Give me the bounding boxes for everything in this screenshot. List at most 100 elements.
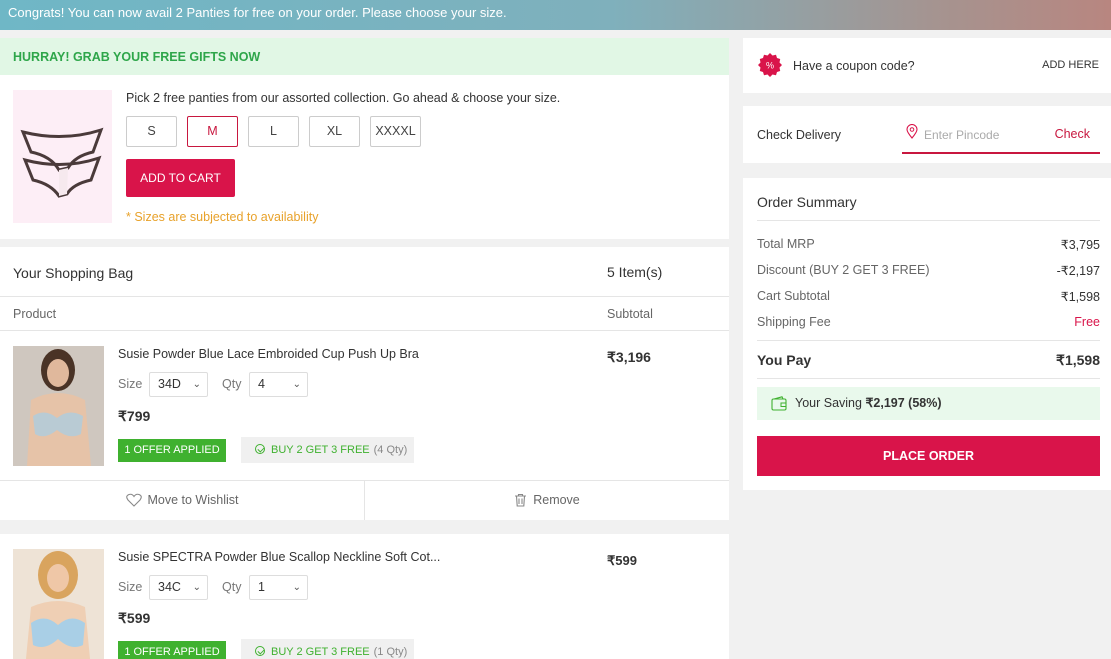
free-gifts-instruction: Pick 2 free panties from our assorted co… — [126, 91, 561, 105]
size-option-xl[interactable]: XL — [309, 116, 360, 147]
summary-row-cart-subtotal: Cart Subtotal ₹1,598 — [757, 289, 1100, 304]
summary-row-value: Free — [1074, 315, 1100, 329]
gift-size-options: S M L XL XXXXL — [126, 116, 431, 147]
coupon-card[interactable]: % Have a coupon code? ADD HERE — [743, 38, 1111, 93]
divider — [757, 378, 1100, 379]
size-select[interactable]: 34D ⌄ — [149, 372, 208, 397]
saving-amount: ₹2,197 — [865, 396, 905, 410]
summary-row-value: -₹2,197 — [1056, 264, 1100, 278]
size-option-s[interactable]: S — [126, 116, 177, 147]
remove-item-label: Remove — [533, 493, 580, 507]
order-summary-card: Order Summary Total MRP ₹3,795 Discount … — [743, 178, 1111, 490]
coupon-prompt: Have a coupon code? — [793, 59, 915, 73]
location-pin-icon — [906, 124, 918, 139]
size-label: Size — [118, 377, 143, 391]
product-name[interactable]: Susie Powder Blue Lace Embroided Cup Pus… — [118, 347, 419, 361]
size-option-m[interactable]: M — [187, 116, 238, 147]
pincode-field: Check — [902, 122, 1100, 154]
qty-select-value: 1 — [258, 580, 265, 594]
check-circle-icon — [255, 444, 265, 454]
product-image[interactable] — [13, 346, 104, 466]
free-panties-image — [13, 90, 112, 223]
product-name[interactable]: Susie SPECTRA Powder Blue Scallop Neckli… — [118, 550, 440, 564]
size-label: Size — [118, 580, 143, 594]
size-option-l[interactable]: L — [248, 116, 299, 147]
remove-item-button[interactable]: Remove — [364, 481, 729, 520]
divider — [0, 330, 729, 331]
heart-icon — [125, 493, 142, 507]
move-to-wishlist-button[interactable]: Move to Wishlist — [0, 481, 364, 520]
size-select-value: 34C — [158, 580, 181, 594]
discount-badge-icon: % — [758, 53, 782, 77]
shopping-bag-card: Your Shopping Bag 5 Item(s) Product Subt… — [0, 247, 729, 520]
divider — [757, 220, 1100, 221]
qty-label: Qty — [222, 377, 242, 391]
divider — [0, 296, 729, 297]
offer-applied-badge: 1 OFFER APPLIED — [118, 641, 226, 659]
free-gifts-heading: HURRAY! GRAB YOUR FREE GIFTS NOW — [0, 38, 729, 75]
qty-select[interactable]: 4 ⌄ — [249, 372, 308, 397]
divider — [757, 340, 1100, 341]
column-header-subtotal: Subtotal — [607, 307, 653, 321]
check-delivery-label: Check Delivery — [757, 128, 842, 142]
saving-banner: Your Saving ₹2,197 (58%) — [757, 387, 1100, 420]
svg-text:%: % — [766, 61, 774, 71]
bag-item-count: 5 Item(s) — [607, 264, 663, 280]
order-summary-title: Order Summary — [757, 194, 857, 210]
wallet-icon — [771, 396, 787, 411]
check-circle-icon — [255, 646, 265, 656]
product-subtotal: ₹3,196 — [607, 349, 651, 365]
summary-row-discount: Discount (BUY 2 GET 3 FREE) -₹2,197 — [757, 263, 1100, 278]
check-delivery-card: Check Delivery Check — [743, 106, 1111, 163]
offer-qty: (4 Qty) — [373, 444, 408, 456]
qty-select-value: 4 — [258, 377, 265, 391]
add-to-cart-button[interactable]: ADD TO CART — [126, 159, 235, 197]
add-coupon-link[interactable]: ADD HERE — [1042, 59, 1099, 71]
free-gifts-card: HURRAY! GRAB YOUR FREE GIFTS NOW Pick 2 … — [0, 38, 729, 239]
shopping-bag-title: Your Shopping Bag — [13, 265, 134, 281]
summary-row-label: Discount (BUY 2 GET 3 FREE) — [757, 263, 930, 277]
move-to-wishlist-label: Move to Wishlist — [147, 493, 239, 507]
summary-row-label: Cart Subtotal — [757, 289, 830, 303]
offer-applied-badge: 1 OFFER APPLIED — [118, 439, 226, 462]
size-select-value: 34D — [158, 377, 181, 391]
place-order-button[interactable]: PLACE ORDER — [757, 436, 1100, 476]
you-pay-label: You Pay — [757, 352, 812, 368]
you-pay-value: ₹1,598 — [1056, 352, 1100, 368]
product-price: ₹799 — [118, 408, 151, 424]
summary-row-value: ₹1,598 — [1060, 290, 1100, 304]
size-select[interactable]: 34C ⌄ — [149, 575, 208, 600]
offer-name: BUY 2 GET 3 FREE — [271, 444, 370, 456]
summary-row-label: Shipping Fee — [757, 315, 831, 329]
offer-qty: (1 Qty) — [373, 646, 408, 658]
size-option-xxxxl[interactable]: XXXXL — [370, 116, 421, 147]
saving-percent: (58%) — [908, 396, 942, 410]
banner-text: Congrats! You can now avail 2 Panties fo… — [8, 5, 507, 20]
product-image[interactable] — [13, 549, 104, 659]
item-actions: Move to Wishlist Remove — [0, 480, 729, 520]
summary-row-value: ₹3,795 — [1060, 238, 1100, 252]
product-price: ₹599 — [118, 610, 151, 626]
availability-note: * Sizes are subjected to availability — [126, 210, 319, 224]
offer-tag: BUY 2 GET 3 FREE (4 Qty) — [241, 437, 414, 463]
summary-row-total-mrp: Total MRP ₹3,795 — [757, 237, 1100, 252]
check-pincode-button[interactable]: Check — [1055, 127, 1090, 141]
chevron-down-icon: ⌄ — [192, 379, 201, 390]
trash-icon — [515, 493, 527, 507]
pincode-input[interactable] — [924, 126, 1024, 144]
offer-name: BUY 2 GET 3 FREE — [271, 646, 370, 658]
chevron-down-icon: ⌄ — [292, 582, 301, 593]
offer-tag: BUY 2 GET 3 FREE (1 Qty) — [241, 639, 414, 659]
qty-select[interactable]: 1 ⌄ — [249, 575, 308, 600]
shopping-bag-item-card: Susie SPECTRA Powder Blue Scallop Neckli… — [0, 534, 729, 659]
column-header-product: Product — [13, 307, 57, 321]
qty-label: Qty — [222, 580, 242, 594]
summary-row-label: Total MRP — [757, 237, 815, 251]
chevron-down-icon: ⌄ — [292, 379, 301, 390]
saving-prefix: Your Saving — [795, 396, 866, 410]
product-subtotal: ₹599 — [607, 553, 637, 568]
congrats-banner: Congrats! You can now avail 2 Panties fo… — [0, 0, 1111, 30]
summary-row-shipping-fee: Shipping Fee Free — [757, 315, 1100, 329]
chevron-down-icon: ⌄ — [192, 582, 201, 593]
summary-row-you-pay: You Pay ₹1,598 — [757, 352, 1100, 368]
